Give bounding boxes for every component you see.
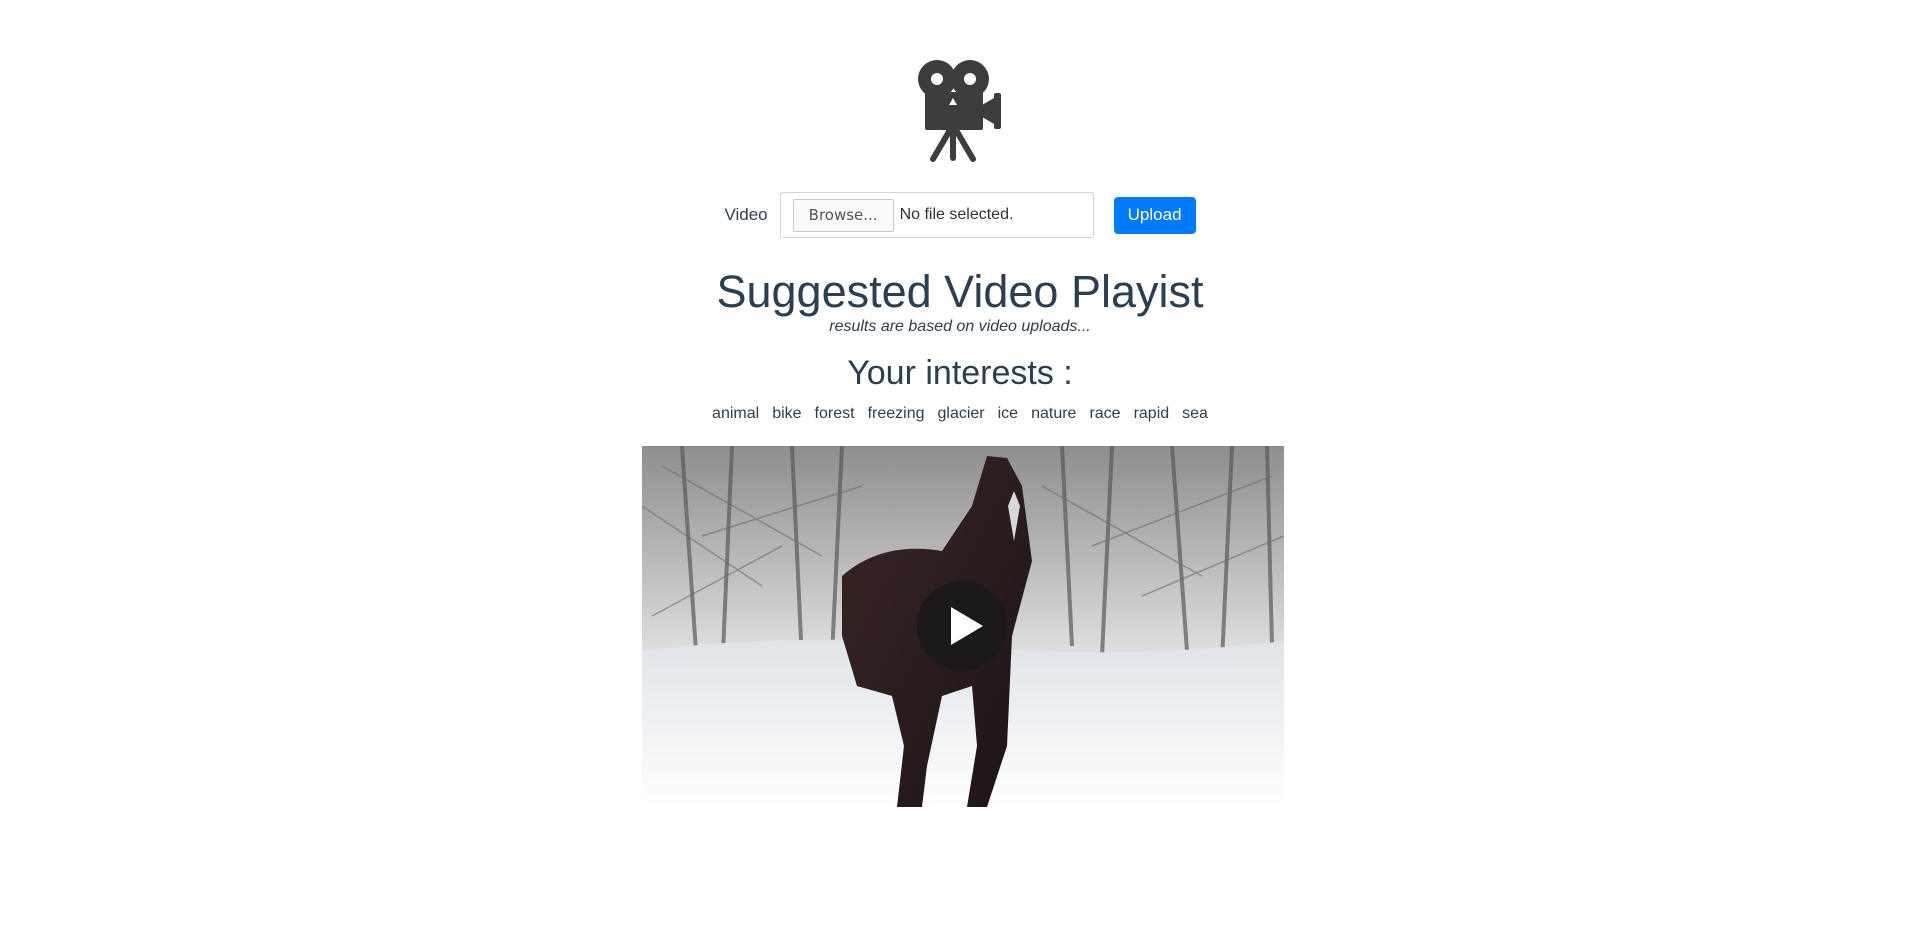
play-icon bbox=[951, 607, 983, 645]
video-field-label: Video bbox=[724, 205, 768, 224]
interest-tag[interactable]: animal bbox=[712, 405, 759, 423]
video-player[interactable] bbox=[642, 446, 1284, 807]
interest-tag[interactable]: nature bbox=[1031, 405, 1076, 423]
upload-button[interactable]: Upload bbox=[1113, 196, 1196, 234]
page-title: Suggested Video Playist bbox=[716, 266, 1204, 317]
interest-tag[interactable]: sea bbox=[1182, 405, 1208, 423]
movie-camera-icon bbox=[918, 60, 1001, 162]
page-subtitle: results are based on video uploads... bbox=[829, 318, 1091, 335]
video-file-input[interactable]: Browse... No file selected. bbox=[779, 192, 1094, 238]
interest-tag[interactable]: ice bbox=[998, 405, 1018, 423]
file-status-text: No file selected. bbox=[899, 206, 1014, 223]
play-button[interactable] bbox=[917, 581, 1007, 671]
interest-tag[interactable]: freezing bbox=[868, 405, 925, 423]
interest-tag[interactable]: glacier bbox=[937, 405, 984, 423]
interest-tag[interactable]: bike bbox=[772, 405, 801, 423]
upload-form: Video Browse... No file selected. Upload bbox=[0, 191, 1920, 239]
interests-heading: Your interests : bbox=[847, 354, 1073, 392]
interest-tag[interactable]: forest bbox=[815, 405, 855, 423]
interest-tag[interactable]: race bbox=[1089, 405, 1120, 423]
interest-tag[interactable]: rapid bbox=[1134, 405, 1170, 423]
interest-tags: animal bike forest freezing glacier ice … bbox=[0, 405, 1920, 423]
browse-button[interactable]: Browse... bbox=[792, 198, 894, 232]
